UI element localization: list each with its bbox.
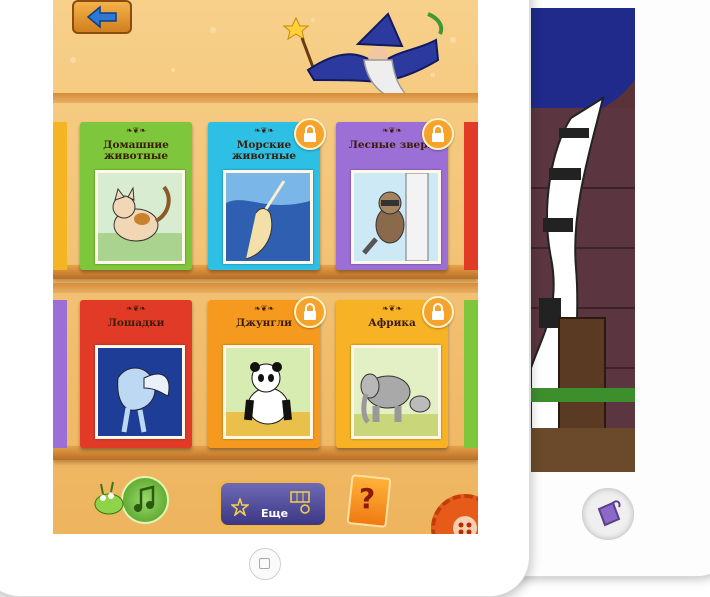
question-mark-icon: ? <box>359 482 376 515</box>
app-screen: ❧❦❧ Домашние животные ❧❦❧ Морские животн… <box>53 0 478 534</box>
category-card-jungle[interactable]: ❧❦❧ Джунгли <box>208 296 326 448</box>
wizard-illustration <box>282 12 444 103</box>
category-image-panda <box>223 345 313 439</box>
card-edge-right-bottom[interactable] <box>464 300 478 448</box>
shelf-lower <box>53 446 478 460</box>
category-card-horses[interactable]: ❧❦❧ Лошадки <box>80 300 192 448</box>
gear-icon <box>453 516 477 534</box>
category-title: Лошадки <box>107 317 165 329</box>
shelf-divider <box>53 283 478 293</box>
category-image-narwhal <box>223 170 313 264</box>
category-card-domestic[interactable]: ❧❦❧ Домашние животные <box>80 122 192 270</box>
lock-icon <box>422 296 454 328</box>
star-icon <box>231 498 249 516</box>
category-image-pegasus <box>95 345 185 439</box>
card-edge-right-top[interactable] <box>464 122 478 270</box>
back-button[interactable] <box>72 0 132 34</box>
music-button[interactable] <box>121 476 169 524</box>
card-edge-left-bottom[interactable] <box>53 300 67 448</box>
flourish-ornament: ❧❦❧ <box>125 304 147 313</box>
shelf-top <box>53 93 478 103</box>
paint-bucket-button[interactable] <box>582 488 634 540</box>
snail-mascot-icon <box>94 481 124 515</box>
category-card-africa[interactable]: ❧❦❧ Африка <box>336 296 454 448</box>
paint-bucket-icon <box>597 500 621 527</box>
card-edge-left-top[interactable] <box>53 122 67 270</box>
lock-icon <box>294 296 326 328</box>
arrow-left-icon <box>86 5 117 29</box>
category-image-elephant <box>351 345 441 439</box>
category-image-cat <box>95 170 185 264</box>
category-card-sea[interactable]: ❧❦❧ Морские животные <box>208 118 326 270</box>
category-title: Домашние животные <box>103 139 169 162</box>
home-button-square-icon <box>259 558 270 569</box>
grid-piano-icon <box>290 491 310 514</box>
lock-icon <box>294 118 326 150</box>
more-button-label: Еще <box>261 507 289 520</box>
music-note-icon <box>134 485 155 512</box>
category-image-raccoon <box>351 170 441 264</box>
category-card-forest[interactable]: ❧❦❧ Лесные звери <box>336 118 454 270</box>
flourish-ornament: ❧❦❧ <box>125 126 147 135</box>
lock-icon <box>422 118 454 150</box>
coloring-canvas-screen[interactable] <box>531 8 635 472</box>
settings-button[interactable] <box>431 494 478 534</box>
